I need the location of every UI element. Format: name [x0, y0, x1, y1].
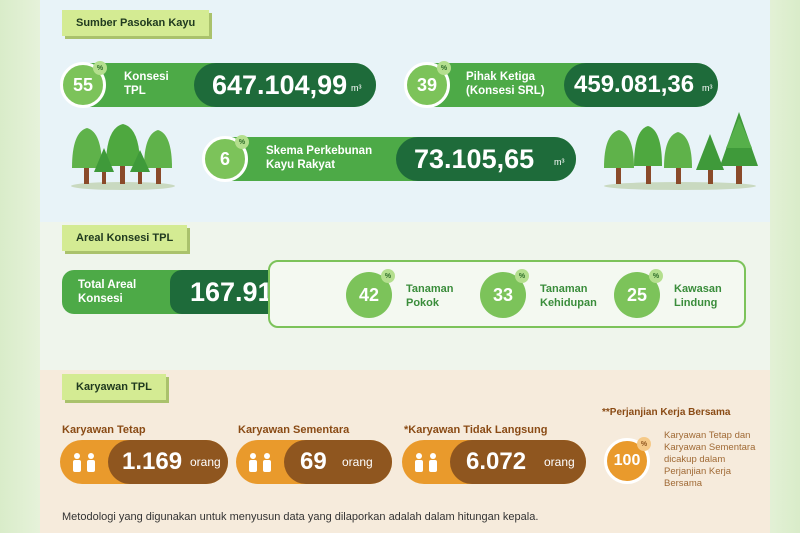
percent-icon: % [437, 61, 451, 75]
supply-third-party-value-box: 459.081,36 m³ [564, 63, 718, 107]
supply-tpl-value: 647.104,99 [212, 70, 348, 100]
employee-indirect-pill: 6.072 orang [402, 440, 586, 484]
people-icon [73, 453, 95, 472]
trees-right-icon [604, 112, 758, 190]
employee-temporary-title: Karyawan Sementara [238, 424, 350, 436]
supply-smallholder-unit: m³ [554, 157, 565, 167]
employee-permanent-pill: 1.169 orang [60, 440, 228, 484]
area-pokok-label: Tanaman Pokok [406, 283, 454, 309]
cla-percent: 100% [604, 437, 651, 484]
employee-indirect-title: *Karyawan Tidak Langsung [404, 424, 548, 436]
employee-indirect-value: 6.072 [466, 448, 527, 475]
supply-smallholder-value: 73.105,65 [414, 144, 535, 174]
percent-icon: % [637, 437, 651, 451]
supply-third-party-label: Pihak Ketiga (Konsesi SRL) [466, 71, 545, 97]
supply-tpl-value-box: 647.104,99 m³ [194, 63, 376, 107]
percent-icon: % [235, 135, 249, 149]
area-lindung-label: Kawasan Lindung [674, 283, 722, 309]
percent-icon: % [381, 269, 395, 283]
infographic-canvas: Sumber Pasokan Kayu Areal Konsesi TPL Ka… [40, 0, 770, 533]
employee-permanent-value-box: 1.169 orang [108, 440, 228, 484]
percent-icon: % [515, 269, 529, 283]
supply-tpl-label: Konsesi TPL [124, 71, 169, 97]
percent-icon: % [649, 269, 663, 283]
trees-left-icon [71, 124, 175, 190]
employee-temporary-unit: orang [342, 455, 373, 469]
employee-permanent-value: 1.169 [122, 448, 183, 475]
area-pokok-percent: 42% [346, 269, 395, 318]
supply-third-party-unit: m³ [702, 83, 713, 93]
people-icon [415, 453, 437, 472]
employee-permanent-title: Karyawan Tetap [62, 424, 146, 436]
supply-tpl-percent: 55% [60, 61, 107, 108]
percent-icon: % [93, 61, 107, 75]
area-total-label: Total Areal Konsesi [78, 279, 137, 305]
area-kehidupan-label: Tanaman Kehidupan [540, 283, 597, 309]
wood-supply-tag: Sumber Pasokan Kayu [62, 10, 210, 36]
employee-indirect-unit: orang [544, 455, 575, 469]
supply-smallholder-percent: 6% [202, 135, 249, 182]
supply-tpl-unit: m³ [351, 83, 362, 93]
area-lindung-percent: 25% [614, 269, 663, 318]
people-icon [249, 453, 271, 472]
supply-tpl-pill: Konsesi TPL 647.104,99 m³ [66, 63, 376, 107]
employee-permanent-unit: orang [190, 455, 221, 469]
supply-smallholder-value-box: 73.105,65 m³ [396, 137, 576, 181]
supply-smallholder-label: Skema Perkebunan Kayu Rakyat [266, 145, 373, 171]
concession-area-tag: Areal Konsesi TPL [62, 225, 188, 251]
employees-tag: Karyawan TPL [62, 374, 166, 400]
employee-temporary-pill: 69 orang [236, 440, 392, 484]
methodology-footnote: Metodologi yang digunakan untuk menyusun… [62, 511, 539, 523]
employee-temporary-value: 69 [300, 448, 327, 475]
area-kehidupan-percent: 33% [480, 269, 529, 318]
employee-indirect-value-box: 6.072 orang [450, 440, 586, 484]
supply-third-party-pill: Pihak Ketiga (Konsesi SRL) 459.081,36 m³ [410, 63, 718, 107]
supply-third-party-percent: 39% [404, 61, 451, 108]
cla-title: **Perjanjian Kerja Bersama [602, 407, 731, 418]
supply-third-party-value: 459.081,36 [574, 71, 695, 98]
employee-temporary-value-box: 69 orang [284, 440, 392, 484]
cla-note: Karyawan Tetap dan Karyawan Sementara di… [664, 430, 756, 489]
supply-smallholder-pill: Skema Perkebunan Kayu Rakyat 73.105,65 m³ [208, 137, 576, 181]
